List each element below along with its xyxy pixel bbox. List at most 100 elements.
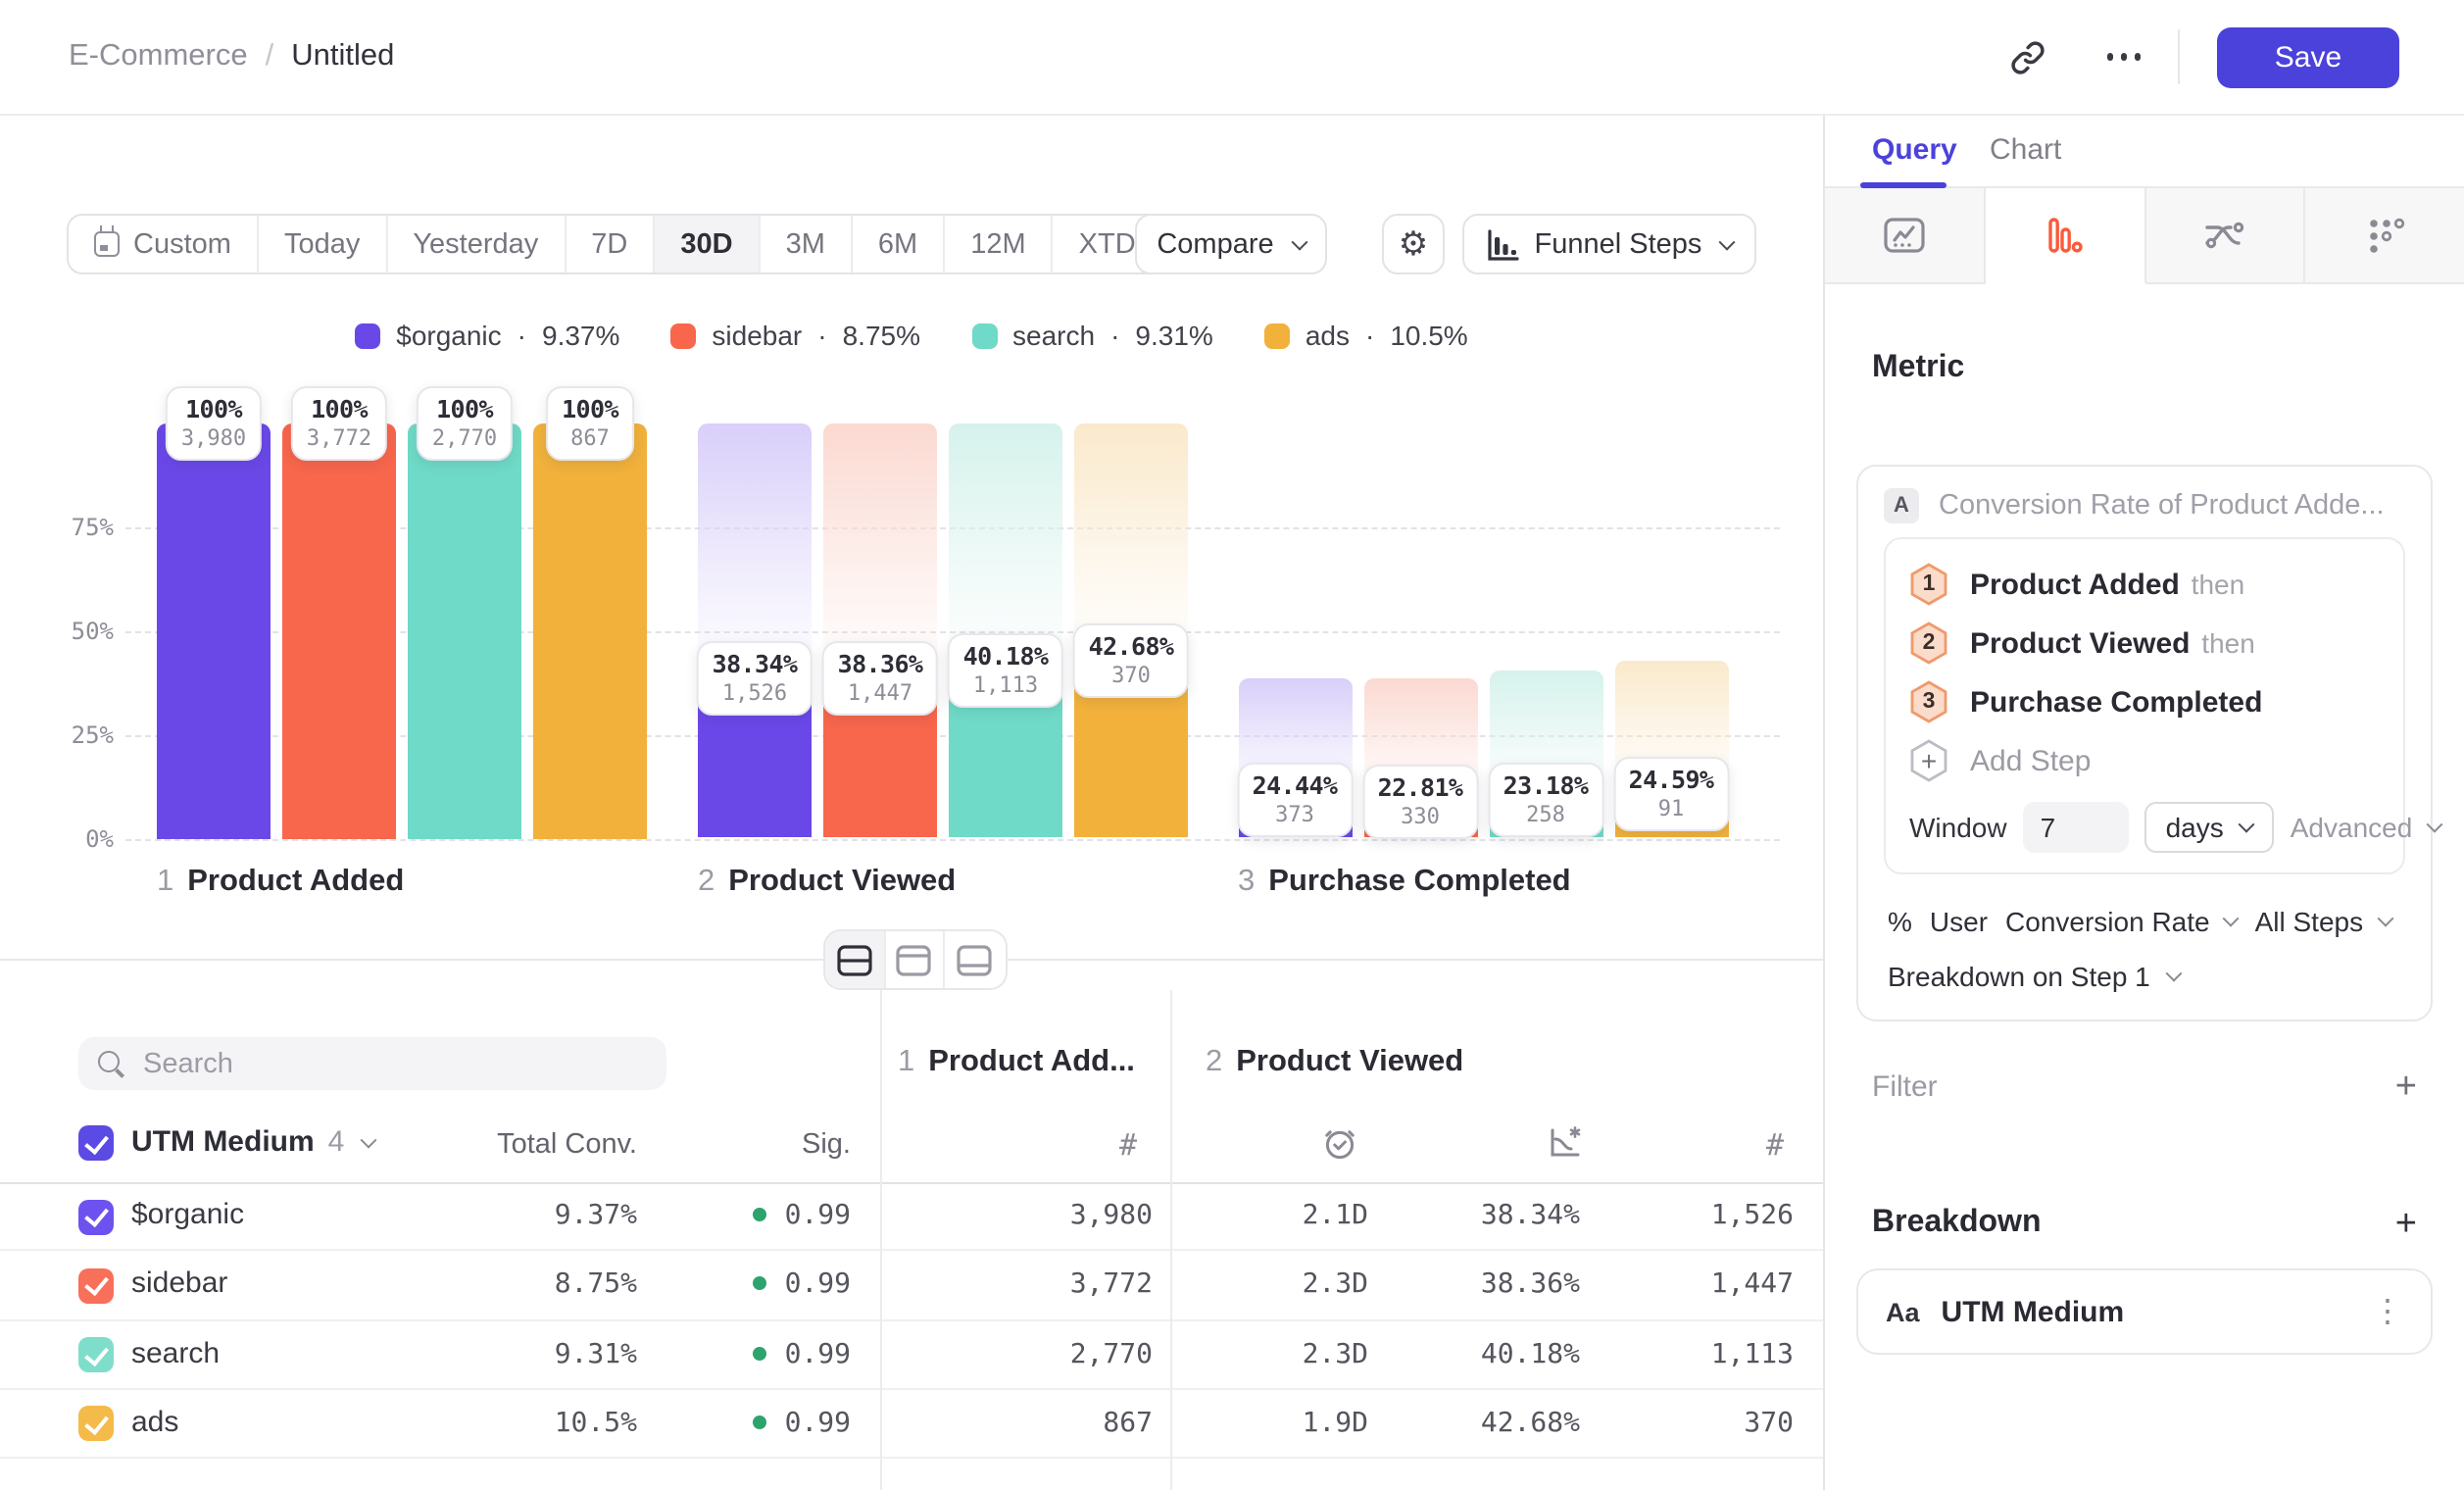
sig-column-header[interactable]: Sig. xyxy=(802,1129,851,1161)
query-step-1[interactable]: 1Product Added then xyxy=(1909,555,2380,614)
chart-settings-button[interactable]: ⚙ xyxy=(1382,214,1445,274)
legend-item-search[interactable]: search·9.31% xyxy=(971,320,1213,351)
table-row-ads[interactable]: ads10.5%0.998671.9D42.68%370 xyxy=(0,1390,1823,1460)
top-bar: E-Commerce / Untitled Save xyxy=(0,0,2464,116)
conversion-rate-icon[interactable] xyxy=(1547,1123,1584,1168)
search-input[interactable] xyxy=(143,1048,647,1079)
bar-value-label[interactable]: 22.81%330 xyxy=(1362,765,1479,839)
legend-item-ads[interactable]: ads·10.5% xyxy=(1264,320,1468,351)
layout-toggle-chart-only[interactable] xyxy=(885,931,945,988)
funnel-bar-sidebar-step1[interactable] xyxy=(282,422,396,838)
table-row-organic[interactable]: $organic9.37%0.993,9802.1D38.34%1,526 xyxy=(0,1182,1823,1252)
bar-value-label[interactable]: 23.18%258 xyxy=(1488,763,1604,837)
query-step-3[interactable]: 3Purchase Completed xyxy=(1909,672,2380,731)
chevron-down-icon xyxy=(1291,233,1307,250)
compare-button[interactable]: Compare xyxy=(1135,214,1327,274)
row-checkbox[interactable] xyxy=(78,1199,114,1234)
plus-icon: + xyxy=(1909,739,1948,782)
y-axis-tick: 75% xyxy=(20,513,114,540)
tab-query[interactable]: Query xyxy=(1872,133,1957,167)
tab-flows-report[interactable] xyxy=(2145,188,2306,284)
measure-metric-dropdown[interactable]: Conversion Rate xyxy=(2005,906,2238,937)
date-range-30d[interactable]: 30D xyxy=(655,216,760,273)
time-to-convert-icon[interactable] xyxy=(1321,1123,1358,1168)
bar-value-label[interactable]: 38.34%1,526 xyxy=(697,641,813,716)
add-filter-button[interactable]: + xyxy=(2395,1068,2417,1105)
cell-total-conv: 9.37% xyxy=(555,1200,637,1231)
date-range-today[interactable]: Today xyxy=(259,216,387,273)
bar-value-label[interactable]: 38.36%1,447 xyxy=(822,641,939,716)
funnel-steps-card: 1Product Added then2Product Viewed then3… xyxy=(1884,537,2405,874)
total-conv-column-header[interactable]: Total Conv. xyxy=(497,1129,637,1161)
chevron-down-icon xyxy=(2223,911,2240,927)
active-tab-underline xyxy=(1860,182,1947,188)
metric-title-row[interactable]: A Conversion Rate of Product Adde... xyxy=(1884,486,2405,525)
date-range-6m[interactable]: 6M xyxy=(853,216,945,273)
layout-toggle-group xyxy=(823,929,1007,990)
tab-insights-report[interactable] xyxy=(1825,188,1986,284)
row-checkbox[interactable] xyxy=(78,1337,114,1372)
bar-value-label[interactable]: 24.44%373 xyxy=(1237,762,1354,836)
count-icon[interactable]: # xyxy=(1119,1127,1137,1163)
bar-value-label[interactable]: 24.59%91 xyxy=(1613,757,1730,831)
bar-value-label[interactable]: 100%2,770 xyxy=(417,385,513,460)
more-menu-button[interactable] xyxy=(2106,54,2141,61)
date-range-custom[interactable]: Custom xyxy=(69,216,259,273)
step-axis-label-1[interactable]: 1Product Added xyxy=(157,865,404,900)
tab-funnels-report[interactable] xyxy=(1986,188,2146,284)
funnel-bar-organic-step1[interactable] xyxy=(157,422,271,838)
retention-icon xyxy=(2365,216,2404,255)
date-range-yesterday[interactable]: Yesterday xyxy=(387,216,566,273)
row-checkbox[interactable] xyxy=(78,1407,114,1442)
bar-value-label[interactable]: 42.68%370 xyxy=(1073,623,1190,698)
chart-type-selector[interactable]: Funnel Steps xyxy=(1462,214,1756,274)
row-name: sidebar xyxy=(131,1267,227,1301)
group-column-header[interactable]: UTM Medium 4 xyxy=(131,1125,373,1159)
save-button[interactable]: Save xyxy=(2217,26,2399,87)
breadcrumb-parent[interactable]: E-Commerce xyxy=(69,39,248,74)
tab-chart[interactable]: Chart xyxy=(1990,133,2061,167)
date-range-3m[interactable]: 3M xyxy=(761,216,853,273)
layout-toggle-split[interactable] xyxy=(825,931,885,988)
date-range-12m[interactable]: 12M xyxy=(945,216,1053,273)
add-breakdown-button[interactable]: + xyxy=(2395,1205,2417,1242)
table-row-sidebar[interactable]: sidebar8.75%0.993,7722.3D38.36%1,447 xyxy=(0,1252,1823,1321)
window-value-input[interactable] xyxy=(2023,802,2129,853)
kebab-menu-icon[interactable]: ⋮ xyxy=(2372,1292,2403,1331)
breakdown-on-step-dropdown[interactable]: Breakdown on Step 1 xyxy=(1884,957,2405,996)
bar-value-label[interactable]: 100%3,980 xyxy=(166,385,262,460)
legend-item-sidebar[interactable]: sidebar·8.75% xyxy=(670,320,920,351)
add-step-button[interactable]: + Add Step xyxy=(1909,731,2380,790)
select-all-checkbox[interactable] xyxy=(78,1125,114,1161)
table-row-search[interactable]: search9.31%0.992,7702.3D40.18%1,113 xyxy=(0,1320,1823,1390)
measure-entity[interactable]: User xyxy=(1930,906,1988,937)
query-step-2[interactable]: 2Product Viewed then xyxy=(1909,614,2380,672)
bar-value-label[interactable]: 40.18%1,113 xyxy=(948,634,1064,709)
advanced-toggle[interactable]: Advanced xyxy=(2291,812,2440,843)
layout-toggle-table-only[interactable] xyxy=(945,931,1005,988)
breadcrumb: E-Commerce / Untitled xyxy=(69,39,394,74)
tab-retention-report[interactable] xyxy=(2306,188,2464,284)
cell-step1-count: 3,772 xyxy=(1070,1269,1153,1301)
cell-significance: 0.99 xyxy=(754,1408,851,1439)
share-link-button[interactable] xyxy=(2000,29,2055,84)
cell-step1-count: 3,980 xyxy=(1070,1200,1153,1231)
cell-step2-rate: 40.18% xyxy=(1481,1338,1580,1369)
legend-item-organic[interactable]: $organic·9.37% xyxy=(355,320,619,351)
chevron-down-icon xyxy=(2165,966,2182,982)
bar-value-label[interactable]: 100%3,772 xyxy=(291,385,387,460)
funnel-bar-ads-step1[interactable] xyxy=(533,422,647,838)
breadcrumb-current[interactable]: Untitled xyxy=(291,39,394,74)
date-range-7d[interactable]: 7D xyxy=(566,216,655,273)
measure-scope-dropdown[interactable]: All Steps xyxy=(2255,906,2391,937)
filter-section: Filter + xyxy=(1856,1065,2433,1108)
bar-value-label[interactable]: 100%867 xyxy=(546,385,634,460)
window-unit-select[interactable]: days xyxy=(2144,802,2275,853)
step-axis-label-2[interactable]: 2Product Viewed xyxy=(698,865,956,900)
table-search[interactable] xyxy=(78,1037,666,1090)
count-icon[interactable]: # xyxy=(1766,1127,1784,1163)
funnel-bar-search-step1[interactable] xyxy=(408,422,521,838)
row-checkbox[interactable] xyxy=(78,1268,114,1304)
step-axis-label-3[interactable]: 3Purchase Completed xyxy=(1238,865,1571,900)
breakdown-item[interactable]: Aa UTM Medium ⋮ xyxy=(1856,1268,2433,1355)
